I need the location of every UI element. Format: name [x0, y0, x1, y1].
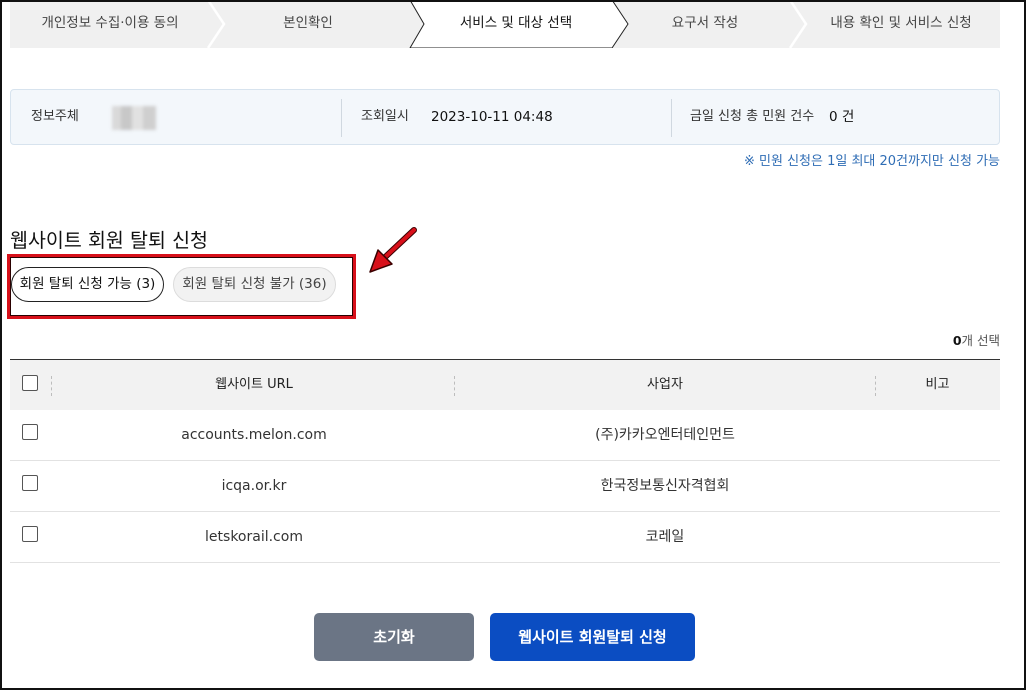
step-request-form: 요구서 작성: [671, 15, 739, 31]
tab-withdrawal-unavailable[interactable]: 회원 탈퇴 신청 불가 (36): [173, 267, 336, 302]
today-count-label: 금일 신청 총 민원 건수: [690, 109, 815, 124]
header-divider: [51, 376, 52, 396]
submit-withdrawal-button[interactable]: 웹사이트 회원탈퇴 신청: [490, 613, 695, 661]
masked-name: [112, 106, 156, 130]
row-company: (주)카카오엔터테인먼트: [595, 427, 735, 443]
table-header: 웹사이트 URL 사업자 비고: [10, 359, 1000, 410]
step-consent: 개인정보 수집·이용 동의: [41, 15, 179, 31]
table-row[interactable]: letskorail.com 코레일: [10, 512, 1000, 563]
row-checkbox[interactable]: [22, 526, 38, 542]
row-note: [875, 461, 1000, 511]
today-count-value: 0 건: [829, 109, 855, 125]
header-url: 웹사이트 URL: [215, 377, 293, 392]
annotation-arrow-icon: [369, 227, 417, 273]
table-row[interactable]: accounts.melon.com (주)카카오엔터테인먼트: [10, 410, 1000, 461]
step-confirm-apply: 내용 확인 및 서비스 신청: [830, 15, 972, 31]
row-checkbox[interactable]: [22, 475, 38, 491]
selected-count: 0개 선택: [953, 330, 1000, 349]
selected-count-number: 0: [952, 333, 962, 348]
tab-withdrawal-available[interactable]: 회원 탈퇴 신청 가능 (3): [11, 267, 164, 302]
row-url: accounts.melon.com: [181, 427, 327, 443]
selected-count-suffix: 개 선택: [961, 333, 1000, 348]
header-note: 비고: [925, 377, 950, 392]
subject-label: 정보주체: [31, 109, 79, 124]
row-url: icqa.or.kr: [221, 478, 287, 494]
info-divider: [341, 99, 342, 137]
select-all-checkbox[interactable]: [22, 375, 38, 391]
row-company: 코레일: [645, 529, 685, 545]
row-checkbox[interactable]: [22, 424, 38, 440]
header-company: 사업자: [647, 377, 683, 392]
row-company: 한국정보통신자격협회: [600, 478, 730, 494]
info-divider: [671, 99, 672, 137]
info-summary-box: 정보주체 조회일시 2023-10-11 04:48 금일 신청 총 민원 건수…: [10, 89, 1000, 145]
row-url: letskorail.com: [205, 529, 303, 545]
website-table: 웹사이트 URL 사업자 비고 accounts.melon.com (주)카카…: [10, 359, 1000, 563]
step-identity: 본인확인: [283, 15, 333, 31]
reset-button[interactable]: 초기화: [314, 613, 474, 661]
step-service-select: 서비스 및 대상 선택: [459, 15, 573, 31]
progress-stepper: 개인정보 수집·이용 동의 본인확인 서비스 및 대상 선택 요구서 작성 내용…: [10, 0, 1000, 48]
table-row[interactable]: icqa.or.kr 한국정보통신자격협회: [10, 461, 1000, 512]
query-time-label: 조회일시: [361, 109, 409, 124]
query-time-value: 2023-10-11 04:48: [431, 109, 553, 125]
daily-limit-notice: ※ 민원 신청은 1일 최대 20건까지만 신청 가능: [744, 154, 1000, 169]
section-title: 웹사이트 회원 탈퇴 신청: [10, 229, 208, 252]
row-note: [875, 512, 1000, 562]
row-note: [875, 410, 1000, 460]
